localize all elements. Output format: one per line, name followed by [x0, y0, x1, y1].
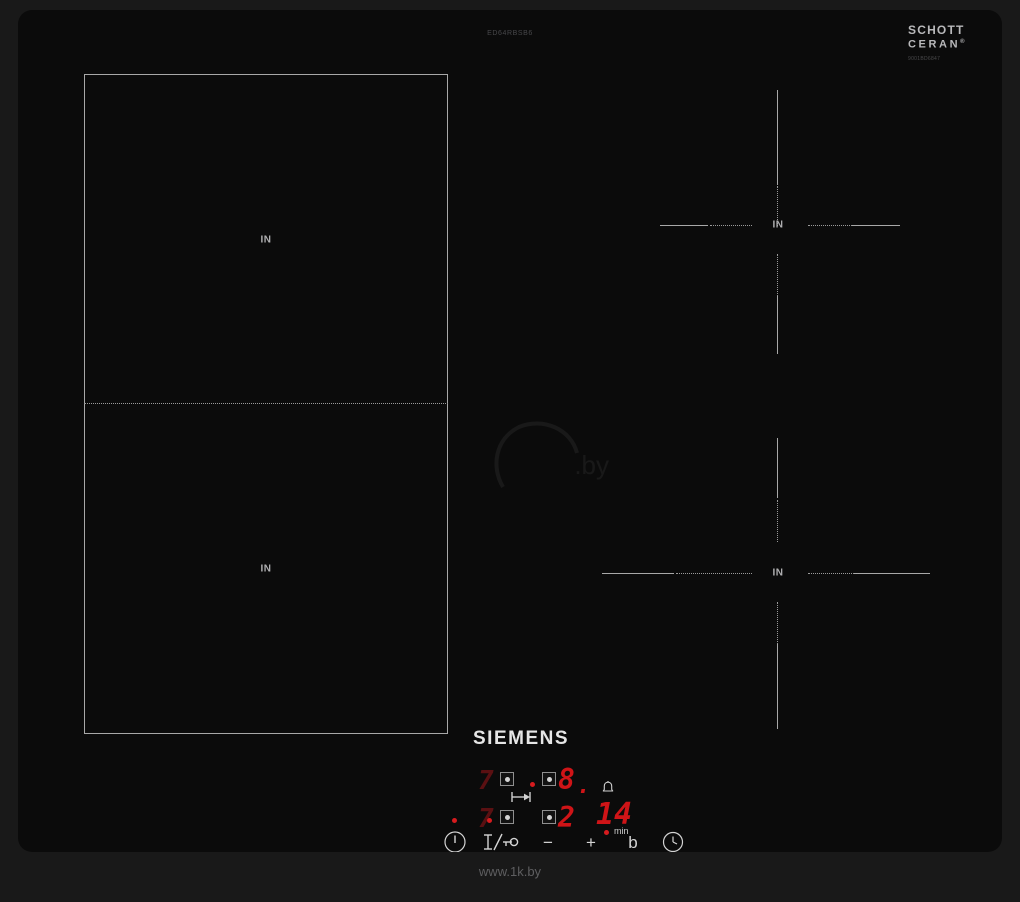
zone-marker-bottom-dotted [777, 602, 778, 644]
display-rear-right-level: 8 [558, 763, 575, 796]
zone-marker-left-dotted [676, 573, 752, 574]
induction-zone-front-right[interactable]: IN [602, 438, 938, 729]
induction-zone-rear-right-label: IN [772, 219, 784, 231]
plus-icon: + [586, 833, 596, 852]
zone-marker-bottom-solid [777, 296, 778, 354]
model-code-label: ED64RBSB6 [487, 30, 533, 37]
siemens-brand-logo: SIEMENS [473, 728, 570, 749]
induction-zone-front-right-label: IN [772, 567, 784, 579]
registered-trademark-icon: ® [960, 39, 965, 45]
flexzone-active-dot [530, 782, 535, 787]
child-lock-indicator-dot [487, 818, 492, 823]
zone-marker-right-solid [854, 573, 930, 574]
touch-button-row[interactable]: − + b [418, 818, 684, 852]
induction-cooktop-glass: ED64RBSB6 SCHOTT CERAN® 9001BD6847 IN IN [18, 10, 1002, 852]
plus-button[interactable]: + [581, 830, 601, 852]
zone-marker-left-dotted [710, 225, 752, 226]
pan-detect-icon-rear-left [500, 772, 514, 786]
flex-induction-zone[interactable]: IN IN [84, 74, 448, 734]
zone-marker-left-solid [602, 573, 674, 574]
pan-detect-icon-rear-right [542, 772, 556, 786]
timer-button[interactable] [661, 830, 687, 852]
display-front-right-level: 2 [558, 801, 575, 834]
pan-detect-icon-front-right [542, 810, 556, 824]
schott-ceran-logo: SCHOTT CERAN® 9001BD6847 [908, 24, 988, 62]
minus-button[interactable]: − [538, 830, 558, 852]
ceran-text: CERAN [908, 38, 961, 51]
clock-icon [662, 831, 684, 852]
bell-icon [600, 780, 616, 796]
child-lock-button[interactable] [480, 818, 520, 852]
powerboost-button[interactable]: b [623, 830, 643, 852]
flex-zone-rear-label: IN [260, 234, 272, 245]
bottom-watermark-text: www.1k.by [478, 864, 542, 879]
schott-wordmark: SCHOTT [908, 23, 965, 37]
flexzone-link-icon [510, 790, 532, 802]
display-rear-right-decimal: . [577, 774, 591, 799]
zone-marker-top-dotted [777, 500, 778, 542]
center-watermark: .by [473, 415, 613, 495]
flex-zone-front-label: IN [260, 563, 272, 574]
zone-marker-bottom-solid [777, 644, 778, 729]
flex-zone-front-outline[interactable]: IN [84, 404, 448, 734]
induction-zone-rear-right[interactable]: IN [618, 90, 938, 360]
powerboost-label: b [628, 833, 638, 852]
glass-serial-label: 9001BD6847 [908, 55, 941, 62]
power-indicator-dot [452, 818, 457, 823]
child-lock-key-icon [484, 833, 519, 851]
zone-marker-top-solid [777, 438, 778, 498]
zone-marker-right-solid [852, 225, 900, 226]
center-watermark-text: .by [574, 450, 609, 480]
ceran-wordmark: CERAN® [908, 36, 988, 52]
zone-marker-top-solid [777, 90, 778, 185]
zone-marker-bottom-dotted [777, 254, 778, 296]
zone-marker-right-dotted [808, 225, 852, 226]
pan-detect-icon-front-left [500, 810, 514, 824]
zone-marker-right-dotted [808, 573, 854, 574]
cooktop-stage: ED64RBSB6 SCHOTT CERAN® 9001BD6847 IN IN [0, 0, 1020, 902]
power-button[interactable] [443, 818, 469, 852]
zone-marker-left-solid [660, 225, 708, 226]
power-icon [444, 831, 466, 852]
display-rear-left-level: 7 [478, 766, 494, 796]
flex-zone-rear-outline[interactable]: IN [84, 74, 448, 404]
minus-icon: − [543, 833, 553, 852]
